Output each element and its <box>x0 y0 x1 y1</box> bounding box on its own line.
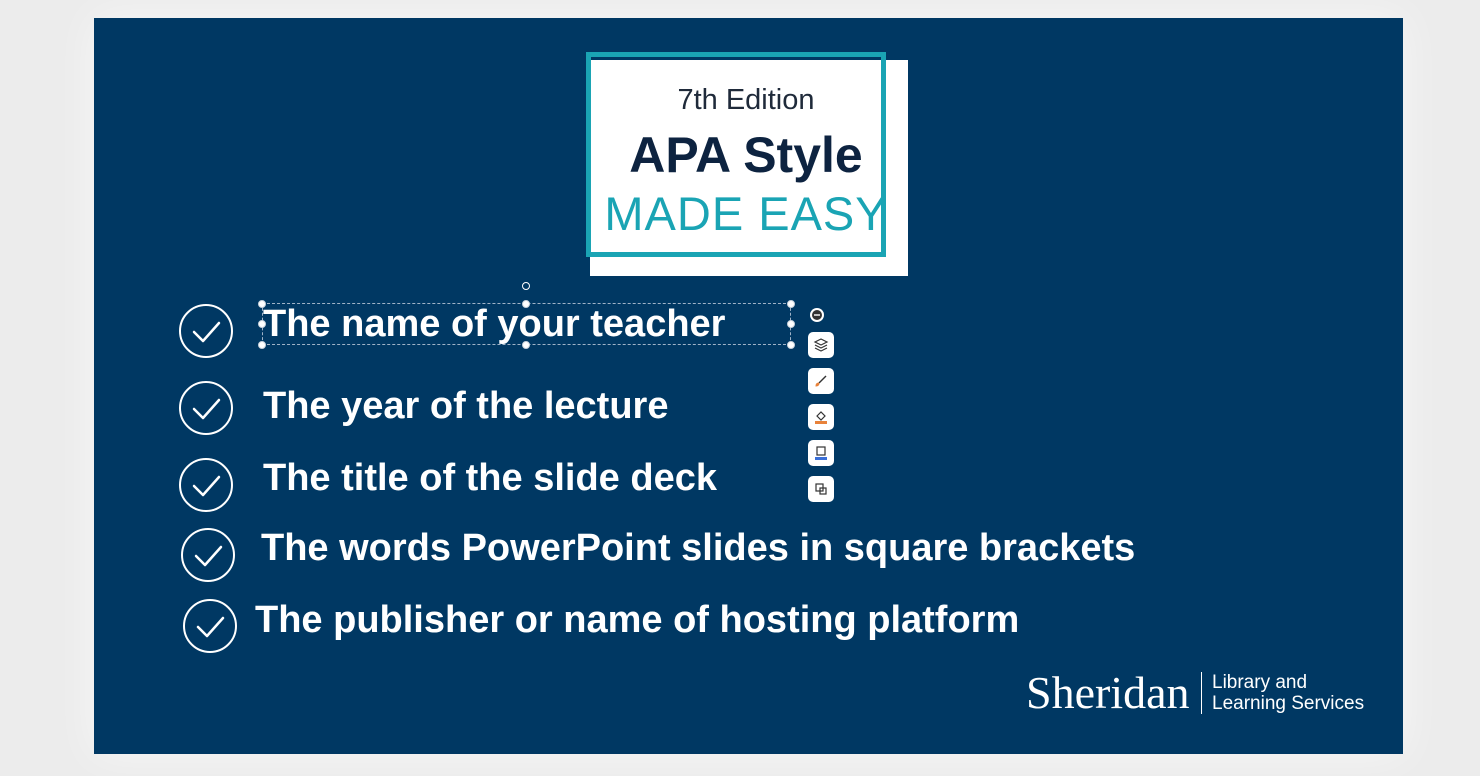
resize-handle-bottom-right[interactable] <box>787 341 795 349</box>
layers-button[interactable] <box>808 332 834 358</box>
logo-title: APA Style <box>629 127 863 183</box>
slide[interactable]: 7th Edition APA Style MADE EASY The name… <box>94 18 1403 754</box>
layers-icon <box>813 338 829 352</box>
logo-divider <box>1201 672 1202 714</box>
outline-icon <box>815 446 827 460</box>
editor-canvas[interactable]: 7th Edition APA Style MADE EASY The name… <box>0 0 1480 776</box>
shape-outline-button[interactable] <box>808 440 834 466</box>
collapse-icon <box>812 310 822 320</box>
style-brush-button[interactable] <box>808 368 834 394</box>
brush-icon <box>815 375 827 387</box>
list-item[interactable]: The title of the slide deck <box>263 456 717 500</box>
rotate-handle[interactable] <box>522 282 530 290</box>
resize-handle-bottom-left[interactable] <box>258 341 266 349</box>
checkmark-circle-icon <box>183 599 237 653</box>
list-item[interactable]: The words PowerPoint slides in square br… <box>261 526 1135 570</box>
shape-fill-button[interactable] <box>808 404 834 430</box>
resize-handle-right[interactable] <box>787 320 795 328</box>
apa-style-logo: 7th Edition APA Style MADE EASY <box>586 52 908 276</box>
logo-subtitle: MADE EASY <box>604 187 888 240</box>
resize-handle-top-right[interactable] <box>787 300 795 308</box>
sheridan-subtitle-line2: Learning Services <box>1212 693 1365 714</box>
list-item[interactable]: The publisher or name of hosting platfor… <box>255 598 1019 642</box>
sheridan-logo: Sheridan <box>1026 667 1190 718</box>
checkmark-circle-icon <box>181 528 235 582</box>
resize-handle-left[interactable] <box>258 320 266 328</box>
logo-edition: 7th Edition <box>677 84 815 116</box>
list-item[interactable]: The year of the lecture <box>263 384 668 428</box>
checkmark-circle-icon <box>179 304 233 358</box>
crop-icon <box>815 483 827 495</box>
fill-icon <box>815 411 827 424</box>
sheridan-subtitle-line1: Library and <box>1212 672 1308 693</box>
sheridan-subtitle: Library and Learning Services <box>1212 672 1364 714</box>
checkmark-circle-icon <box>179 381 233 435</box>
checkmark-circle-icon <box>179 458 233 512</box>
resize-handle-top-left[interactable] <box>258 300 266 308</box>
resize-handle-bottom[interactable] <box>522 341 530 349</box>
text-selection-box[interactable] <box>262 303 791 345</box>
collapse-toolbar-button[interactable] <box>810 308 824 322</box>
resize-handle-top[interactable] <box>522 300 530 308</box>
crop-button[interactable] <box>808 476 834 502</box>
